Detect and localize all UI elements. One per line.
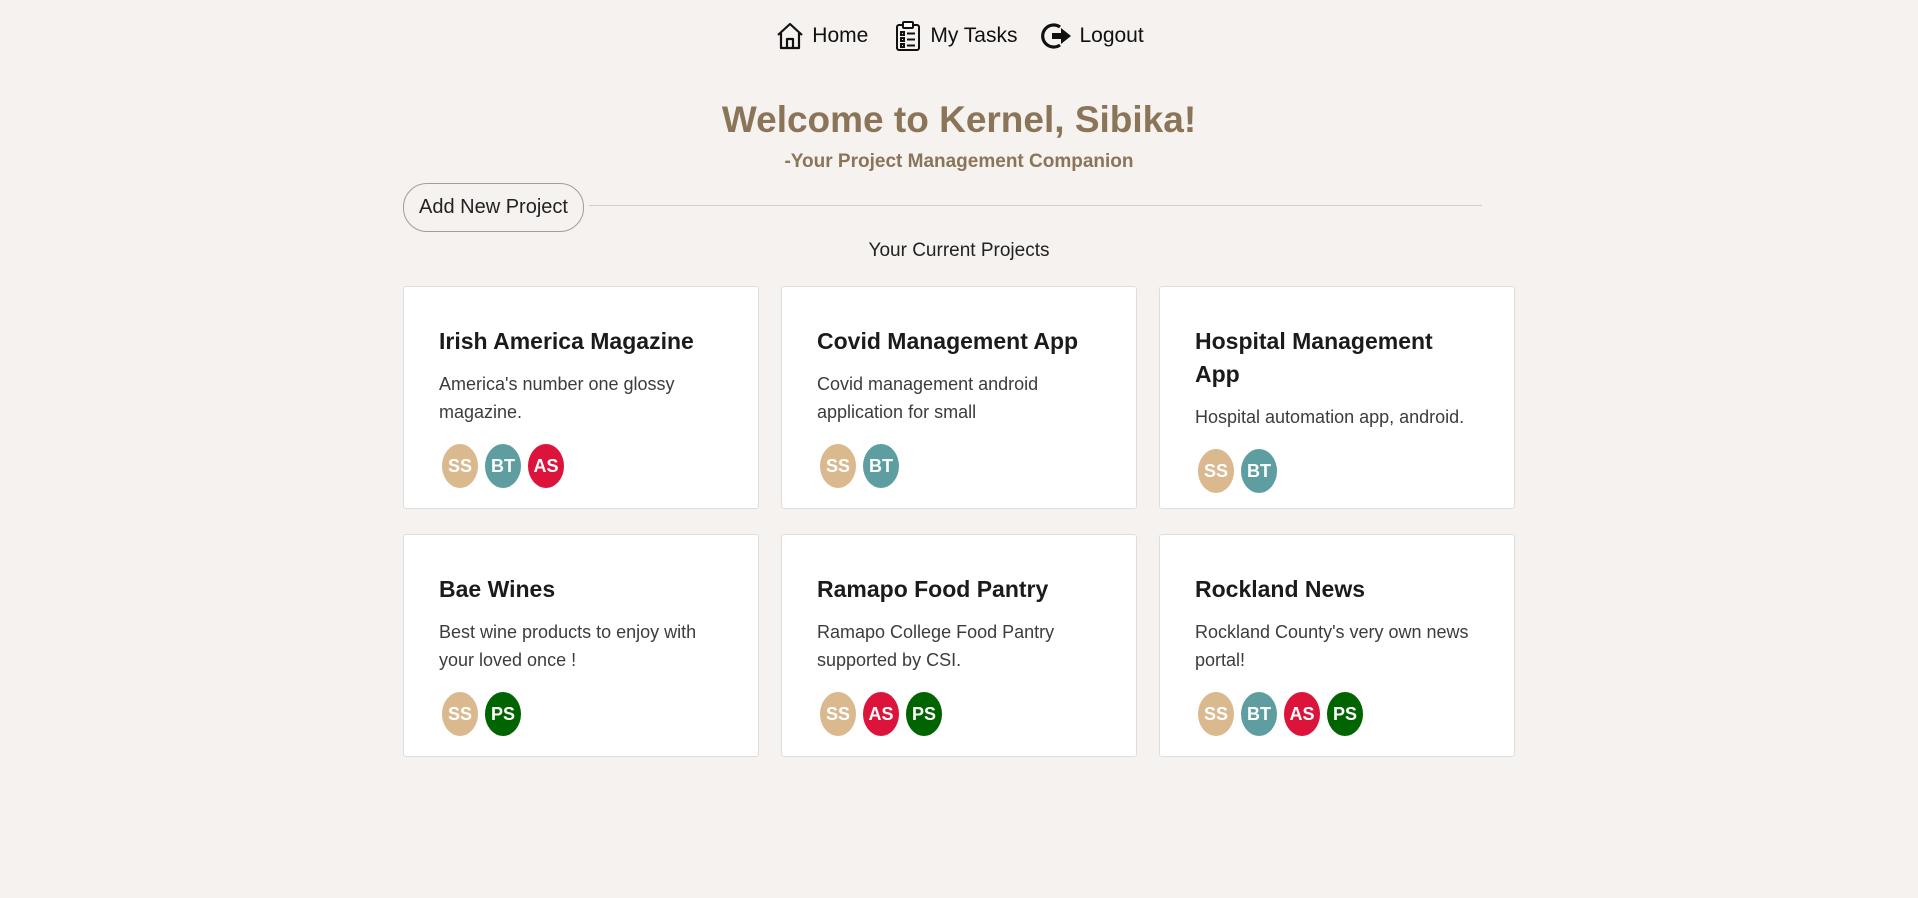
nav-home[interactable]: Home [774,20,868,52]
project-title: Ramapo Food Pantry [817,576,1049,602]
project-title: Irish America Magazine [439,328,694,354]
avatar: AS [1284,692,1320,736]
nav-logout-label: Logout [1079,24,1144,47]
project-title: Rockland News [1195,576,1365,602]
home-icon [777,22,804,50]
nav-my-tasks[interactable]: My Tasks [892,20,1017,52]
nav-my-tasks-label: My Tasks [930,24,1018,47]
projects-grid: Irish America Magazine America's number … [403,286,1515,757]
add-project-row: Add New Project [403,183,1515,232]
project-title: Bae Wines [439,576,556,602]
project-description: America's number one glossy magazine. [439,374,675,422]
project-card[interactable]: Bae Wines Best wine products to enjoy wi… [403,534,759,757]
avatar: PS [485,692,521,736]
project-description: Ramapo College Food Pantry supported by … [817,622,1055,670]
divider [588,205,1482,206]
logout-icon [1041,23,1072,49]
avatar: SS [820,692,856,736]
project-description: Rockland County's very own news portal! [1195,622,1469,670]
project-title: Covid Management App [817,328,1079,354]
avatar: SS [1198,692,1234,736]
top-nav: Home My Tasks Logout [0,0,1918,54]
member-avatars: SS BT [1195,449,1479,493]
avatar: SS [1198,449,1234,493]
project-card[interactable]: Hospital Management App Hospital automat… [1159,286,1515,509]
welcome-heading: Welcome to Kernel, Sibika! [721,99,1197,140]
nav-home-label: Home [812,24,869,47]
project-card[interactable]: Covid Management App Covid management an… [781,286,1137,509]
avatar: BT [863,444,899,488]
avatar: BT [485,444,521,488]
project-card[interactable]: Ramapo Food Pantry Ramapo College Food P… [781,534,1137,757]
avatar: PS [1327,692,1363,736]
avatar: SS [442,692,478,736]
project-card[interactable]: Irish America Magazine America's number … [403,286,759,509]
nav-logout[interactable]: Logout [1041,20,1144,52]
member-avatars: SS AS PS [817,692,1101,736]
member-avatars: SS PS [439,692,723,736]
member-avatars: SS BT [817,444,1101,488]
project-card[interactable]: Rockland News Rockland County's very own… [1159,534,1515,757]
section-title: Your Current Projects [868,240,1050,261]
clipboard-icon [896,21,921,51]
project-title: Hospital Management App [1195,328,1433,387]
project-description: Covid management android application for… [817,374,1039,422]
project-description: Best wine products to enjoy with your lo… [439,622,697,670]
avatar: AS [528,444,564,488]
project-description: Hospital automation app, android. [1195,407,1465,427]
avatar: BT [1241,449,1277,493]
member-avatars: SS BT AS PS [1195,692,1479,736]
avatar: AS [863,692,899,736]
main-content: Add New Project Your Current Projects Ir… [403,183,1515,757]
member-avatars: SS BT AS [439,444,723,488]
avatar: BT [1241,692,1277,736]
add-new-project-button[interactable]: Add New Project [403,183,584,232]
avatar: SS [820,444,856,488]
avatar: PS [906,692,942,736]
welcome-subtitle: -Your Project Management Companion [784,151,1134,172]
avatar: SS [442,444,478,488]
